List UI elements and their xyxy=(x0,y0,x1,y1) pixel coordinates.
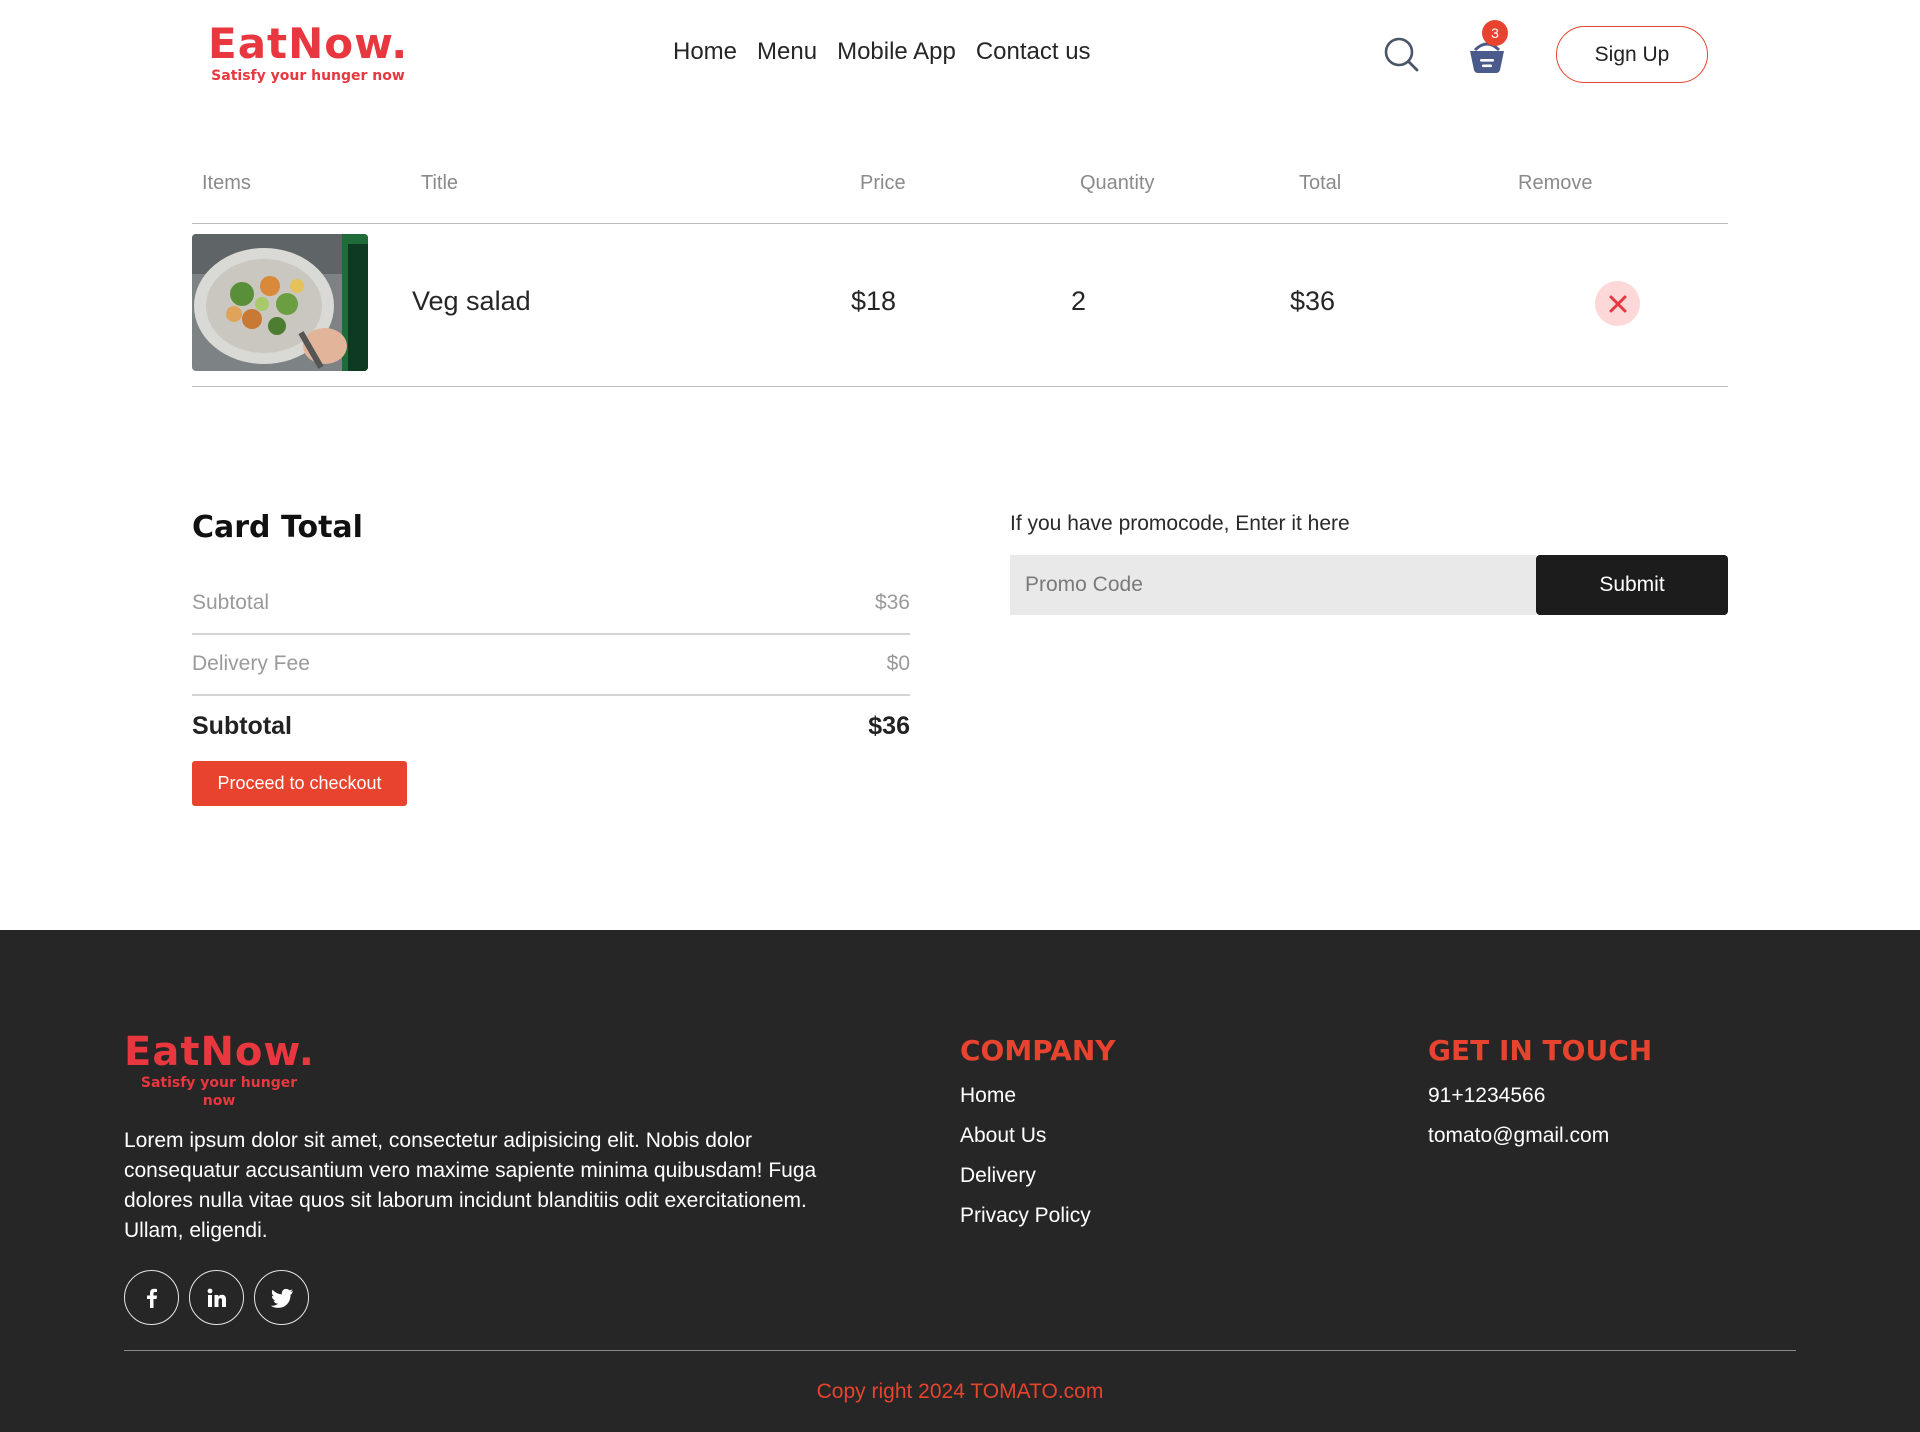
footer-divider xyxy=(124,1350,1796,1351)
remove-item-button[interactable] xyxy=(1595,281,1640,326)
logo-name: EatNow. xyxy=(208,19,409,68)
footer-logo[interactable]: EatNow. Satisfy your hunger now xyxy=(124,1030,314,1110)
contact-email: tomato@gmail.com xyxy=(1428,1124,1610,1147)
header-logo[interactable]: EatNow. Satisfy your hunger now xyxy=(208,22,408,86)
card-total-title: Card Total xyxy=(192,510,363,545)
promo-submit-button[interactable]: Submit xyxy=(1536,555,1728,615)
promo-code-input[interactable] xyxy=(1010,555,1536,615)
twitter-icon[interactable] xyxy=(254,1270,309,1325)
delivery-fee-row: Delivery Fee $0 xyxy=(192,652,910,676)
main-nav: Home Menu Mobile App Contact us xyxy=(673,38,1091,66)
footer-description: Lorem ipsum dolor sit amet, consectetur … xyxy=(124,1129,817,1242)
facebook-icon[interactable] xyxy=(124,1270,179,1325)
linkedin-icon[interactable] xyxy=(189,1270,244,1325)
nav-mobile-app[interactable]: Mobile App xyxy=(837,38,956,66)
footer: EatNow. Satisfy your hunger now Lorem ip… xyxy=(0,930,1920,1432)
grand-total-row: Subtotal $36 xyxy=(192,712,910,741)
nav-menu[interactable]: Menu xyxy=(757,38,817,66)
subtotal-label: Subtotal xyxy=(192,591,270,614)
nav-contact-us[interactable]: Contact us xyxy=(976,38,1091,66)
subtotal-row: Subtotal $36 xyxy=(192,591,910,615)
totals-divider xyxy=(192,633,910,635)
logo-name: EatNow. xyxy=(124,1029,315,1075)
cart-item-title: Veg salad xyxy=(412,286,531,316)
promo-label: If you have promocode, Enter it here xyxy=(1010,512,1350,535)
cart-item-total: $36 xyxy=(1290,286,1336,316)
column-header-items: Items xyxy=(202,172,251,194)
copyright-text: Copy right 2024 TOMATO.com xyxy=(816,1380,1104,1403)
nav-home[interactable]: Home xyxy=(673,38,737,66)
cart-page: EatNow. Satisfy your hunger now Home Men… xyxy=(0,0,1920,1432)
grand-total-value: $36 xyxy=(868,712,910,740)
sign-up-button[interactable]: Sign Up xyxy=(1556,26,1708,83)
company-heading: COMPANY xyxy=(960,1034,1116,1067)
logo-tagline: Satisfy your hunger now xyxy=(211,68,405,84)
column-header-total: Total xyxy=(1299,172,1342,194)
footer-link-home[interactable]: Home xyxy=(960,1084,1016,1108)
footer-link-privacy-policy[interactable]: Privacy Policy xyxy=(960,1204,1091,1228)
veg-salad-photo xyxy=(192,234,368,371)
delivery-fee-value: $0 xyxy=(886,652,910,675)
footer-link-delivery[interactable]: Delivery xyxy=(960,1164,1036,1188)
column-header-quantity: Quantity xyxy=(1080,172,1155,194)
grand-total-label: Subtotal xyxy=(192,712,292,740)
logo-tagline: Satisfy your hunger now xyxy=(140,1075,298,1109)
delivery-fee-label: Delivery Fee xyxy=(192,652,310,675)
table-row-divider xyxy=(192,386,1728,387)
column-header-title: Title xyxy=(421,172,459,194)
cart-item-quantity: 2 xyxy=(1071,286,1087,316)
totals-divider xyxy=(192,694,910,696)
footer-link-about-us[interactable]: About Us xyxy=(960,1124,1046,1148)
close-icon xyxy=(1609,295,1626,312)
get-in-touch-heading: GET IN TOUCH xyxy=(1428,1034,1653,1067)
table-divider xyxy=(192,223,1728,224)
contact-phone: 91+1234566 xyxy=(1428,1084,1546,1107)
cart-item-price: $18 xyxy=(851,286,897,316)
proceed-to-checkout-button[interactable]: Proceed to checkout xyxy=(192,761,407,806)
subtotal-value: $36 xyxy=(874,591,910,614)
search-icon[interactable] xyxy=(1383,36,1419,72)
column-header-remove: Remove xyxy=(1518,172,1593,194)
column-header-price: Price xyxy=(860,172,906,194)
cart-count-badge: 3 xyxy=(1482,20,1508,46)
